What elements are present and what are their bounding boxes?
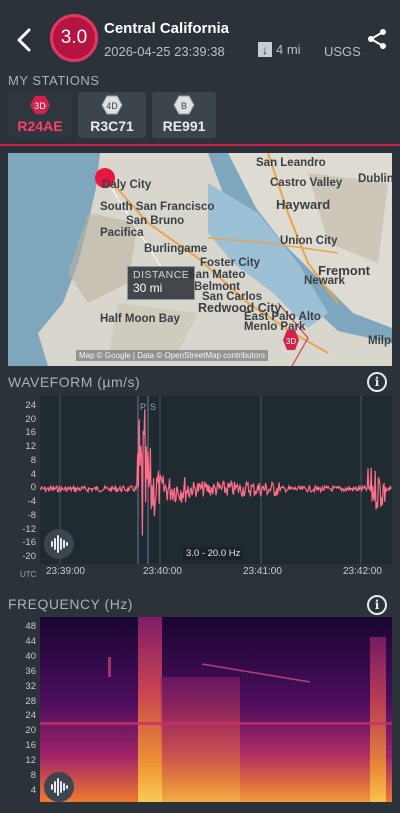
y-tick-label: 12 xyxy=(25,755,36,767)
station-badge-icon: 3D xyxy=(30,96,50,114)
y-tick-label: 48 xyxy=(25,621,36,632)
station-list: 3D R24AE 4D R3C71 B RE991 xyxy=(8,92,216,138)
y-tick-label: -20 xyxy=(22,551,36,562)
section-divider xyxy=(0,144,400,146)
y-tick-label: 24 xyxy=(25,400,36,411)
y-tick-label: 24 xyxy=(25,710,36,722)
event-distance: ↓ 4 mi xyxy=(258,42,301,57)
magnitude-badge: 3.0 xyxy=(50,14,98,62)
map-view[interactable]: 3D San Leandro Castro Valley Dublin Daly… xyxy=(8,153,392,366)
map-label: Dublin xyxy=(358,173,392,185)
event-datetime: 2026-04-25 23:39:38 xyxy=(104,44,225,59)
y-tick-label: 12 xyxy=(25,441,36,453)
waveform-trace xyxy=(39,409,392,536)
y-tick-label: 20 xyxy=(25,413,36,425)
map-label: South San Francisco xyxy=(100,201,215,213)
station-re991[interactable]: B RE991 xyxy=(152,92,216,138)
stations-label: MY STATIONS xyxy=(8,73,100,88)
map-label: Newark xyxy=(304,275,345,287)
svg-text:4D: 4D xyxy=(106,101,118,111)
map-label: Castro Valley xyxy=(270,177,343,189)
waveform-chart: P S xyxy=(39,396,392,564)
time-tick: 23:40:00 xyxy=(143,566,182,577)
map-label: Milpi xyxy=(368,335,392,347)
phase-s-label: S xyxy=(150,402,156,412)
utc-label: UTC xyxy=(20,570,37,579)
spectrogram-svg xyxy=(40,617,392,802)
y-tick-label: 0 xyxy=(30,482,36,494)
distance-callout-value: 30 mi xyxy=(133,281,163,295)
waveform-title: WAVEFORM (µm/s) xyxy=(8,374,141,390)
y-tick-label: 28 xyxy=(25,695,36,707)
station-r3c71[interactable]: 4D R3C71 xyxy=(78,92,146,138)
map-attribution[interactable]: Map © Google | Data © OpenStreetMap cont… xyxy=(76,350,268,361)
y-tick-label: -8 xyxy=(27,509,36,521)
station-name: RE991 xyxy=(162,118,206,134)
spectrogram-audio-icon[interactable] xyxy=(44,772,74,802)
arrow-down-icon: ↓ xyxy=(258,42,272,57)
map-label: Menlo Park xyxy=(244,321,306,333)
waveform-audio-icon[interactable] xyxy=(44,529,74,559)
y-tick-label: 36 xyxy=(25,665,36,677)
map-label: Foster City xyxy=(200,257,261,269)
svg-text:3D: 3D xyxy=(286,337,296,346)
map-label: Daly City xyxy=(102,179,152,191)
y-tick-label: 16 xyxy=(25,740,36,752)
distance-callout: DISTANCE 30 mi xyxy=(127,266,195,300)
y-tick-label: -16 xyxy=(22,537,36,549)
y-tick-label: 20 xyxy=(25,725,36,737)
time-tick: 23:39:00 xyxy=(46,566,85,577)
y-tick-label: 8 xyxy=(30,770,36,782)
station-badge-icon: 4D xyxy=(101,95,123,115)
share-icon[interactable] xyxy=(366,28,388,50)
y-tick-label: 8 xyxy=(30,454,36,466)
header: 3.0 Central California 2026-04-25 23:39:… xyxy=(0,0,400,70)
frequency-title: FREQUENCY (Hz) xyxy=(8,596,133,612)
y-tick-label: 4 xyxy=(30,785,36,796)
y-tick-label: -12 xyxy=(22,523,36,535)
station-name: R3C71 xyxy=(90,118,134,134)
y-tick-label: 40 xyxy=(25,650,36,662)
spectrogram-chart xyxy=(40,617,392,802)
svg-text:B: B xyxy=(181,101,187,111)
y-tick-label: 4 xyxy=(30,468,36,480)
map-label: Union City xyxy=(280,235,338,247)
time-tick: 23:41:00 xyxy=(243,566,282,577)
chevron-left-icon[interactable] xyxy=(12,26,36,54)
y-tick-label: 44 xyxy=(25,635,36,647)
map-label: San Mateo xyxy=(188,269,246,281)
y-tick-label: -4 xyxy=(27,496,36,508)
source-label: USGS xyxy=(324,44,361,59)
station-badge-icon: B xyxy=(173,95,195,115)
svg-text:3D: 3D xyxy=(34,101,46,111)
y-tick-label: 16 xyxy=(25,427,36,439)
y-tick-label: 32 xyxy=(25,680,36,692)
info-icon[interactable]: i xyxy=(367,595,387,615)
filter-badge: 3.0 - 20.0 Hz xyxy=(183,547,244,560)
event-title: Central California xyxy=(104,20,230,37)
station-name: R24AE xyxy=(17,118,63,134)
distance-value: 4 mi xyxy=(276,42,301,57)
map-label: Hayward xyxy=(276,197,331,212)
map-label: San Bruno xyxy=(126,215,185,227)
map-label: Half Moon Bay xyxy=(100,313,180,325)
station-r24ae[interactable]: 3D R24AE xyxy=(8,92,72,138)
time-tick: 23:42:00 xyxy=(343,566,382,577)
waveform-svg: P S xyxy=(39,396,392,564)
map-label: Burlingame xyxy=(144,243,208,255)
info-icon[interactable]: i xyxy=(367,372,387,392)
map-label: Pacifica xyxy=(100,227,144,239)
map-label: San Leandro xyxy=(256,157,326,169)
distance-callout-label: DISTANCE xyxy=(133,269,190,281)
